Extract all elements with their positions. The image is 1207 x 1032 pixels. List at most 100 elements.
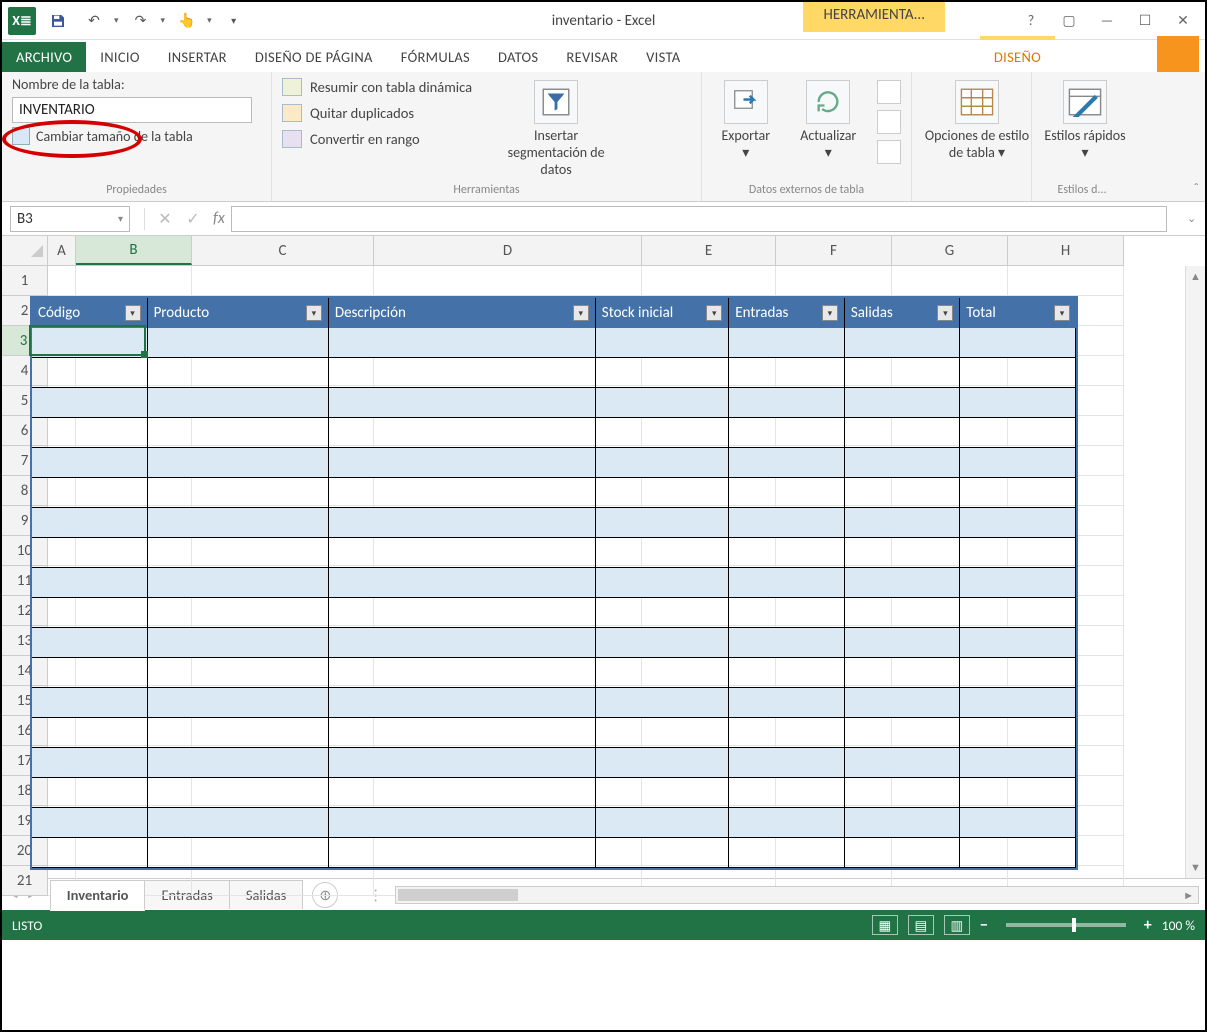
touch-mode-icon[interactable]: 👆 [173,9,201,33]
cell[interactable] [192,266,374,296]
table-cell[interactable] [845,838,961,868]
table-cell[interactable] [845,418,961,448]
filter-icon[interactable]: ▾ [1054,305,1070,321]
table-cell[interactable] [148,778,329,808]
cell[interactable] [642,266,776,296]
table-cell[interactable] [32,478,148,508]
minimize-button[interactable]: — [1089,8,1125,34]
table-cell[interactable] [960,568,1076,598]
table-cell[interactable] [729,328,845,358]
table-cell[interactable] [148,358,329,388]
table-cell[interactable] [596,808,729,838]
table-cell[interactable] [329,658,596,688]
table-cell[interactable] [596,388,729,418]
maximize-button[interactable]: ☐ [1127,8,1163,34]
table-cell[interactable] [845,388,961,418]
table-cell[interactable] [596,838,729,868]
table-cell[interactable] [596,418,729,448]
table-header[interactable]: Salidas▾ [845,298,961,328]
table-cell[interactable] [329,418,596,448]
table-cell[interactable] [148,448,329,478]
column-header-D[interactable]: D [374,236,642,265]
table-cell[interactable] [32,538,148,568]
table-cell[interactable] [148,568,329,598]
table-cell[interactable] [845,538,961,568]
table-cell[interactable] [845,478,961,508]
table-cell[interactable] [148,748,329,778]
table-cell[interactable] [32,808,148,838]
column-header-G[interactable]: G [892,236,1008,265]
filter-icon[interactable]: ▾ [573,305,589,321]
table-cell[interactable] [960,448,1076,478]
table-header[interactable]: Descripción▾ [329,298,596,328]
table-cell[interactable] [596,478,729,508]
table-cell[interactable] [729,718,845,748]
table-cell[interactable] [845,748,961,778]
table-cell[interactable] [845,688,961,718]
remove-duplicates-button[interactable]: Quitar duplicados [282,104,472,122]
fx-icon[interactable]: fx [213,209,225,228]
table-header[interactable]: Stock inicial▾ [596,298,730,328]
table-cell[interactable] [32,658,148,688]
quick-styles-button[interactable]: Estilos rápidos ▾ [1042,76,1128,162]
cancel-formula-icon[interactable]: ✕ [151,206,179,232]
table-cell[interactable] [32,358,148,388]
table-cell[interactable] [960,748,1076,778]
save-icon[interactable] [44,9,72,33]
scroll-up-icon[interactable]: ▲ [1190,270,1201,283]
table-cell[interactable] [960,508,1076,538]
table-cell[interactable] [148,838,329,868]
table-cell[interactable] [845,778,961,808]
scroll-down-icon[interactable]: ▼ [1190,861,1201,874]
table-cell[interactable] [32,778,148,808]
table-cell[interactable] [729,628,845,658]
table-cell[interactable] [32,568,148,598]
tab-revisar[interactable]: REVISAR [552,42,632,72]
help-button[interactable]: ? [1013,8,1049,34]
table-cell[interactable] [148,628,329,658]
insert-slicer-button[interactable]: Insertar segmentación de datos [496,76,616,181]
column-header-C[interactable]: C [192,236,374,265]
tab-inicio[interactable]: INICIO [86,42,153,72]
sheet-tab-inventario[interactable]: Inventario [50,880,146,911]
cell[interactable] [76,266,192,296]
table-cell[interactable] [596,658,729,688]
tab-file[interactable]: ARCHIVO [2,42,86,72]
column-header-B[interactable]: B [76,236,192,265]
table-cell[interactable] [960,838,1076,868]
table-cell[interactable] [729,688,845,718]
table-cell[interactable] [960,778,1076,808]
zoom-in-button[interactable]: + [1144,916,1152,935]
table-cell[interactable] [329,328,596,358]
table-cell[interactable] [148,538,329,568]
table-cell[interactable] [596,328,729,358]
table-cell[interactable] [729,748,845,778]
table-cell[interactable] [329,448,596,478]
table-cell[interactable] [596,688,729,718]
zoom-level[interactable]: 100 % [1162,917,1195,934]
table-cell[interactable] [960,358,1076,388]
resize-table-button[interactable]: Cambiar tamaño de la tabla [12,127,261,145]
table-cell[interactable] [148,478,329,508]
table-cell[interactable] [32,598,148,628]
table-cell[interactable] [845,568,961,598]
summarize-pivot-button[interactable]: Resumir con tabla dinámica [282,78,472,96]
table-cell[interactable] [729,538,845,568]
filter-icon[interactable]: ▾ [125,305,141,321]
filter-icon[interactable]: ▾ [937,305,953,321]
table-cell[interactable] [729,568,845,598]
export-button[interactable]: Exportar▾ [712,76,780,164]
table-cell[interactable] [596,568,729,598]
table-cell[interactable] [845,448,961,478]
view-page-layout-icon[interactable]: ▤ [908,915,934,935]
collapse-ribbon-icon[interactable]: ˆ [1193,180,1199,197]
table-cell[interactable] [960,598,1076,628]
table-cell[interactable] [729,598,845,628]
table-header[interactable]: Código▾ [32,298,148,328]
table-cell[interactable] [148,328,329,358]
table-cell[interactable] [148,508,329,538]
scroll-right-icon[interactable]: ► [1183,889,1194,902]
table-cell[interactable] [960,418,1076,448]
table-cell[interactable] [329,388,596,418]
table-cell[interactable] [148,418,329,448]
